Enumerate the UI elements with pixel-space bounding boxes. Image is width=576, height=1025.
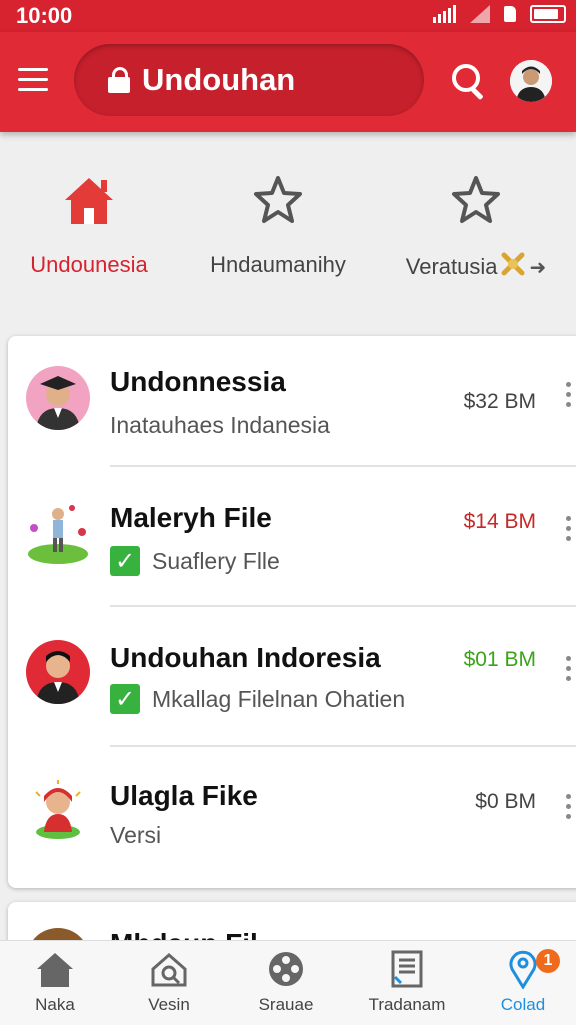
signal-icon	[433, 5, 456, 23]
nav-label: Colad	[500, 995, 546, 1014]
search-icon[interactable]	[450, 62, 490, 102]
nav-vesin[interactable]: Vesin	[114, 947, 224, 1023]
location-pin-icon	[468, 947, 576, 991]
tab-label-wrap: Veratusia ➜	[386, 252, 566, 282]
avatar	[26, 502, 90, 566]
item-name: Undouhan Indoresia	[110, 642, 381, 673]
sim-icon	[504, 6, 516, 22]
checkmark-icon: ✓	[110, 684, 140, 714]
nav-label: Naka	[35, 995, 75, 1014]
tab-hndaumanihy[interactable]: Hndaumanihy	[196, 160, 360, 290]
profile-avatar[interactable]	[510, 60, 552, 102]
nav-label: Vesin	[148, 995, 190, 1014]
more-options-icon[interactable]	[566, 656, 574, 686]
nav-tradanam[interactable]: Tradanam	[352, 947, 462, 1023]
more-options-icon[interactable]	[566, 794, 574, 824]
item-price: $01 BM	[463, 648, 536, 671]
film-reel-icon	[231, 947, 341, 991]
tab-label: Undounesia	[30, 252, 148, 277]
nav-colad[interactable]: Colad 1	[468, 947, 576, 1023]
item-price: $0 BM	[475, 790, 536, 813]
bottom-nav: Naka Vesin Srauae Tradanam Colad 1	[0, 940, 576, 1025]
status-time: 10:00	[16, 3, 73, 28]
home-icon	[18, 160, 160, 240]
avatar	[26, 778, 90, 842]
star-icon	[386, 160, 566, 240]
list-item[interactable]: Undonnessia Inatauhaes Indanesia $32 BM	[8, 336, 576, 474]
divider	[110, 745, 576, 747]
menu-icon[interactable]	[18, 68, 48, 94]
item-subtitle: ✓ Mkallag Filelnan Ohatien	[110, 684, 405, 714]
tab-label: Hndaumanihy	[210, 252, 346, 277]
status-bar: 10:00	[0, 0, 576, 32]
lock-icon	[108, 67, 130, 93]
home-icon	[0, 947, 110, 991]
battery-icon	[530, 5, 566, 23]
tab-undounesia[interactable]: Undounesia	[18, 160, 160, 290]
notification-badge: 1	[536, 949, 560, 973]
tab-veratusia[interactable]: Veratusia ➜	[386, 160, 566, 290]
nav-srauae[interactable]: Srauae	[231, 947, 341, 1023]
item-price: $32 BM	[463, 390, 536, 413]
status-icons	[433, 5, 566, 23]
tab-label: Veratusia	[405, 254, 498, 279]
category-tabs: Undounesia Hndaumanihy Veratusia ➜	[0, 160, 576, 300]
item-subtitle: Versi	[110, 822, 161, 849]
item-subtitle: ✓ Suaflery Flle	[110, 546, 280, 576]
item-subtitle-text: Versi	[110, 822, 162, 848]
app-bar: Undouhan	[0, 32, 576, 132]
nav-naka[interactable]: Naka	[0, 947, 110, 1023]
item-name: Undonnessia	[110, 366, 286, 397]
item-price: $14 BM	[463, 510, 536, 533]
file-list-card: Undonnessia Inatauhaes Indanesia $32 BM …	[8, 336, 576, 888]
search-bar[interactable]: Undouhan	[74, 44, 424, 116]
app-title: Undouhan	[142, 62, 296, 97]
list-item[interactable]: Undouhan Indoresia ✓ Mkallag Filelnan Oh…	[8, 612, 576, 750]
signal-weak-icon	[470, 5, 490, 23]
item-subtitle-text: Inatauhaes Indanesia	[110, 412, 330, 438]
more-options-icon[interactable]	[566, 516, 574, 546]
item-subtitle: Inatauhaes Indanesia	[110, 412, 330, 439]
item-subtitle-text: Suaflery Flle	[152, 547, 280, 574]
gold-badge-icon	[501, 252, 525, 282]
item-subtitle-text: Mkallag Filelnan Ohatien	[152, 685, 406, 712]
divider	[110, 465, 576, 467]
list-item[interactable]: Ulagla Fike Versi $0 BM	[8, 750, 576, 888]
arrow-right-icon[interactable]: ➜	[529, 255, 546, 280]
nav-label: Tradanam	[368, 995, 446, 1014]
avatar	[26, 640, 90, 704]
item-name: Maleryh File	[110, 502, 272, 533]
more-options-icon[interactable]	[566, 382, 574, 412]
document-list-icon	[352, 947, 462, 991]
star-icon	[196, 160, 360, 240]
avatar	[26, 366, 90, 430]
house-search-icon	[114, 947, 224, 991]
item-name: Ulagla Fike	[110, 780, 258, 811]
nav-label: Srauae	[258, 995, 314, 1014]
divider	[110, 605, 576, 607]
checkmark-icon: ✓	[110, 546, 140, 576]
list-item[interactable]: Maleryh File ✓ Suaflery Flle $14 BM	[8, 474, 576, 612]
